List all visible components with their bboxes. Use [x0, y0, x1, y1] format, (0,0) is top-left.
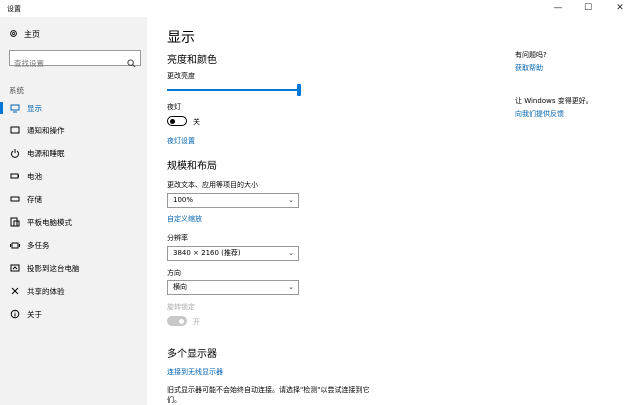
toggle-knob [170, 118, 175, 124]
home-link[interactable]: 主页 [9, 29, 40, 40]
brightness-label: 更改亮度 [167, 72, 195, 80]
get-help-link[interactable]: 获取帮助 [515, 63, 543, 73]
sidebar-item-notifications[interactable]: 通知和操作 [0, 121, 147, 139]
night-light-settings-link[interactable]: 夜灯设置 [167, 136, 195, 146]
sidebar-item-multitask[interactable]: 多任务 [0, 236, 147, 254]
sidebar-item-about[interactable]: 关于 [0, 305, 147, 323]
search-input[interactable] [10, 56, 124, 71]
old-display-text-cont: 们。 [167, 396, 181, 404]
info-icon [9, 309, 21, 319]
sidebar-item-tablet[interactable]: 平板电脑模式 [0, 213, 147, 231]
sidebar-item-display[interactable]: 显示 [0, 99, 147, 117]
search-box[interactable] [9, 50, 141, 71]
sidebar-section-label: 系统 [9, 86, 24, 95]
battery-icon [9, 172, 21, 180]
improve-text: 让 Windows 变得更好。 [515, 97, 593, 105]
sidebar-item-label: 投影到这台电脑 [27, 263, 80, 273]
brightness-section-heading: 亮度和颜色 [167, 55, 217, 66]
scale-label: 更改文本、应用等项目的大小 [167, 181, 258, 189]
sidebar-item-label: 多任务 [27, 240, 50, 250]
sidebar-item-label: 通知和操作 [27, 125, 65, 135]
window-title: 设置 [7, 5, 21, 13]
search-icon[interactable] [127, 53, 136, 72]
scale-dropdown[interactable]: 100% ⌄ [167, 193, 299, 208]
brightness-slider-thumb[interactable] [297, 84, 301, 96]
maximize-button[interactable]: ☐ [578, 2, 598, 14]
night-light-state: 关 [193, 118, 200, 126]
scale-section-heading: 规模和布局 [167, 161, 217, 172]
chevron-down-icon: ⌄ [288, 249, 294, 257]
night-light-toggle[interactable] [167, 116, 187, 126]
rotation-lock-state: 开 [193, 318, 200, 326]
chevron-down-icon: ⌄ [288, 196, 294, 204]
old-display-text: 旧式显示器可能不会始终自动连接。请选择"检测"以尝试连接到它 [167, 386, 370, 394]
gear-icon [9, 29, 18, 40]
sidebar-item-label: 关于 [27, 309, 42, 319]
sidebar-item-label: 电源和睡眠 [27, 148, 65, 158]
multi-display-section-heading: 多个显示器 [167, 349, 217, 360]
chevron-down-icon: ⌄ [288, 283, 294, 291]
minimize-button[interactable]: — [548, 2, 568, 14]
toggle-knob [179, 318, 184, 324]
orientation-value: 横向 [173, 283, 187, 291]
sidebar-item-project[interactable]: 投影到这台电脑 [0, 259, 147, 277]
sidebar-item-share[interactable]: 共享的体验 [0, 282, 147, 300]
rotation-lock-toggle [167, 316, 187, 326]
wireless-display-link[interactable]: 连接到无线显示器 [167, 367, 223, 377]
custom-scale-link[interactable]: 自定义缩放 [167, 214, 202, 224]
sidebar-item-label: 平板电脑模式 [27, 217, 72, 227]
resolution-value: 3840 × 2160 (推荐) [173, 249, 241, 257]
sidebar: 主页 系统 显示 通知和操作 电源和睡眠 电池 存储 平板电脑模式 多任务 投影… [0, 17, 147, 405]
sidebar-item-label: 显示 [27, 103, 42, 113]
power-icon [9, 148, 21, 158]
sidebar-item-label: 共享的体验 [27, 286, 65, 296]
project-icon [9, 264, 21, 273]
sidebar-item-label: 电池 [27, 171, 42, 181]
multitask-icon [9, 241, 21, 250]
display-icon [9, 104, 21, 113]
orientation-dropdown[interactable]: 横向 ⌄ [167, 280, 299, 295]
orientation-label: 方向 [167, 269, 181, 277]
resolution-label: 分辨率 [167, 234, 188, 242]
sidebar-item-label: 存储 [27, 194, 42, 204]
notification-icon [9, 126, 21, 135]
feedback-link[interactable]: 向我们提供反馈 [515, 109, 564, 119]
night-light-label: 夜灯 [167, 103, 181, 111]
sidebar-item-battery[interactable]: 电池 [0, 167, 147, 185]
close-button[interactable]: ✕ [610, 2, 630, 14]
resolution-dropdown[interactable]: 3840 × 2160 (推荐) ⌄ [167, 246, 299, 261]
title-bar: 设置 — ☐ ✕ [0, 0, 640, 17]
storage-icon [9, 195, 21, 203]
tablet-icon [9, 217, 21, 227]
help-question: 有问题吗? [515, 51, 547, 59]
sidebar-item-storage[interactable]: 存储 [0, 190, 147, 208]
scale-value: 100% [173, 196, 194, 204]
share-icon [9, 286, 21, 296]
brightness-slider-track[interactable] [167, 89, 299, 91]
page-title: 显示 [167, 30, 195, 46]
sidebar-item-power[interactable]: 电源和睡眠 [0, 144, 147, 162]
rotation-lock-label: 旋转锁定 [167, 303, 195, 311]
home-label: 主页 [24, 30, 40, 39]
